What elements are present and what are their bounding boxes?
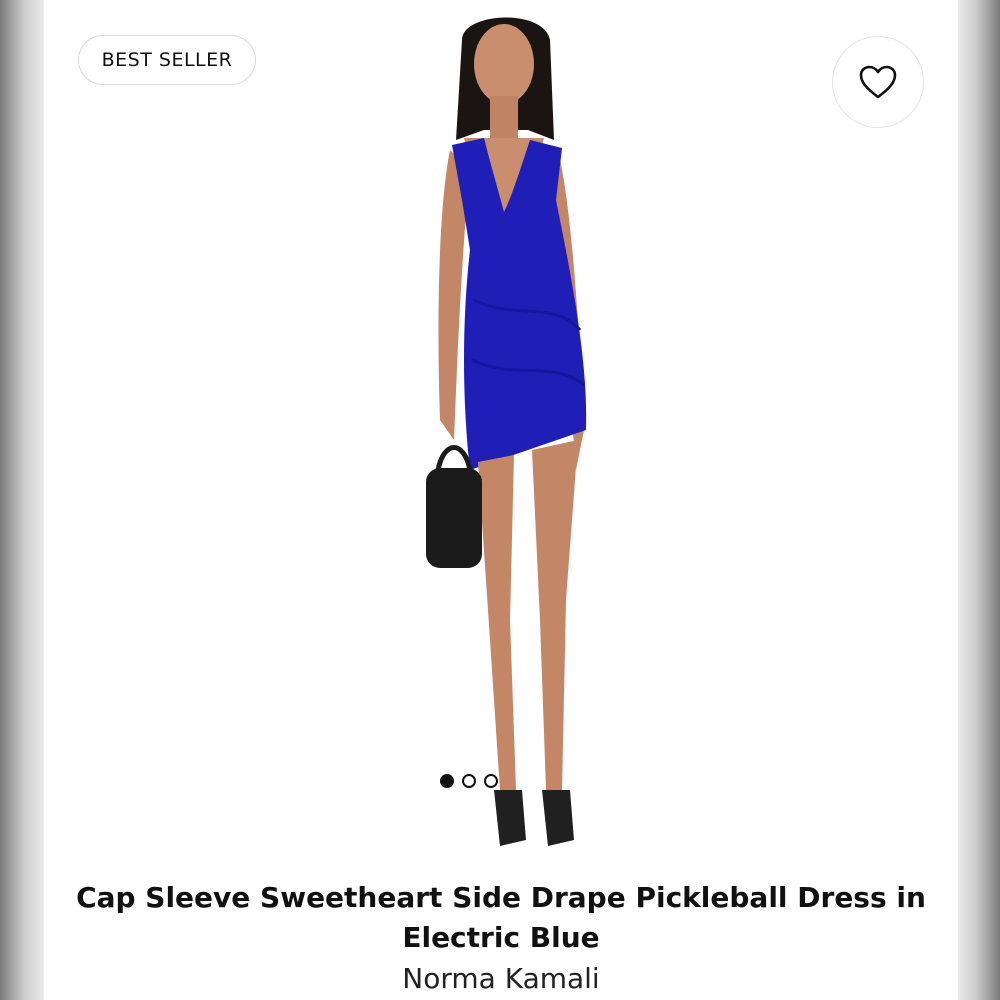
product-title: Cap Sleeve Sweetheart Side Drape Pickleb…: [76, 881, 926, 954]
product-photo[interactable]: [344, 0, 664, 870]
brand-name[interactable]: Norma Kamali: [44, 962, 958, 995]
heart-outline-icon: [859, 65, 897, 99]
best-seller-badge: BEST SELLER: [78, 35, 256, 85]
badge-label: BEST SELLER: [101, 49, 233, 71]
dress-shape: [452, 138, 587, 470]
gallery-pagination: [440, 774, 498, 788]
gallery-dot-2[interactable]: [462, 774, 476, 788]
gallery-dot-3[interactable]: [484, 774, 498, 788]
product-card: BEST SELLER Cap Sleeve Sweetheart Side D…: [44, 0, 958, 1000]
gallery-dot-1[interactable]: [440, 774, 454, 788]
favorite-button[interactable]: [832, 36, 924, 128]
